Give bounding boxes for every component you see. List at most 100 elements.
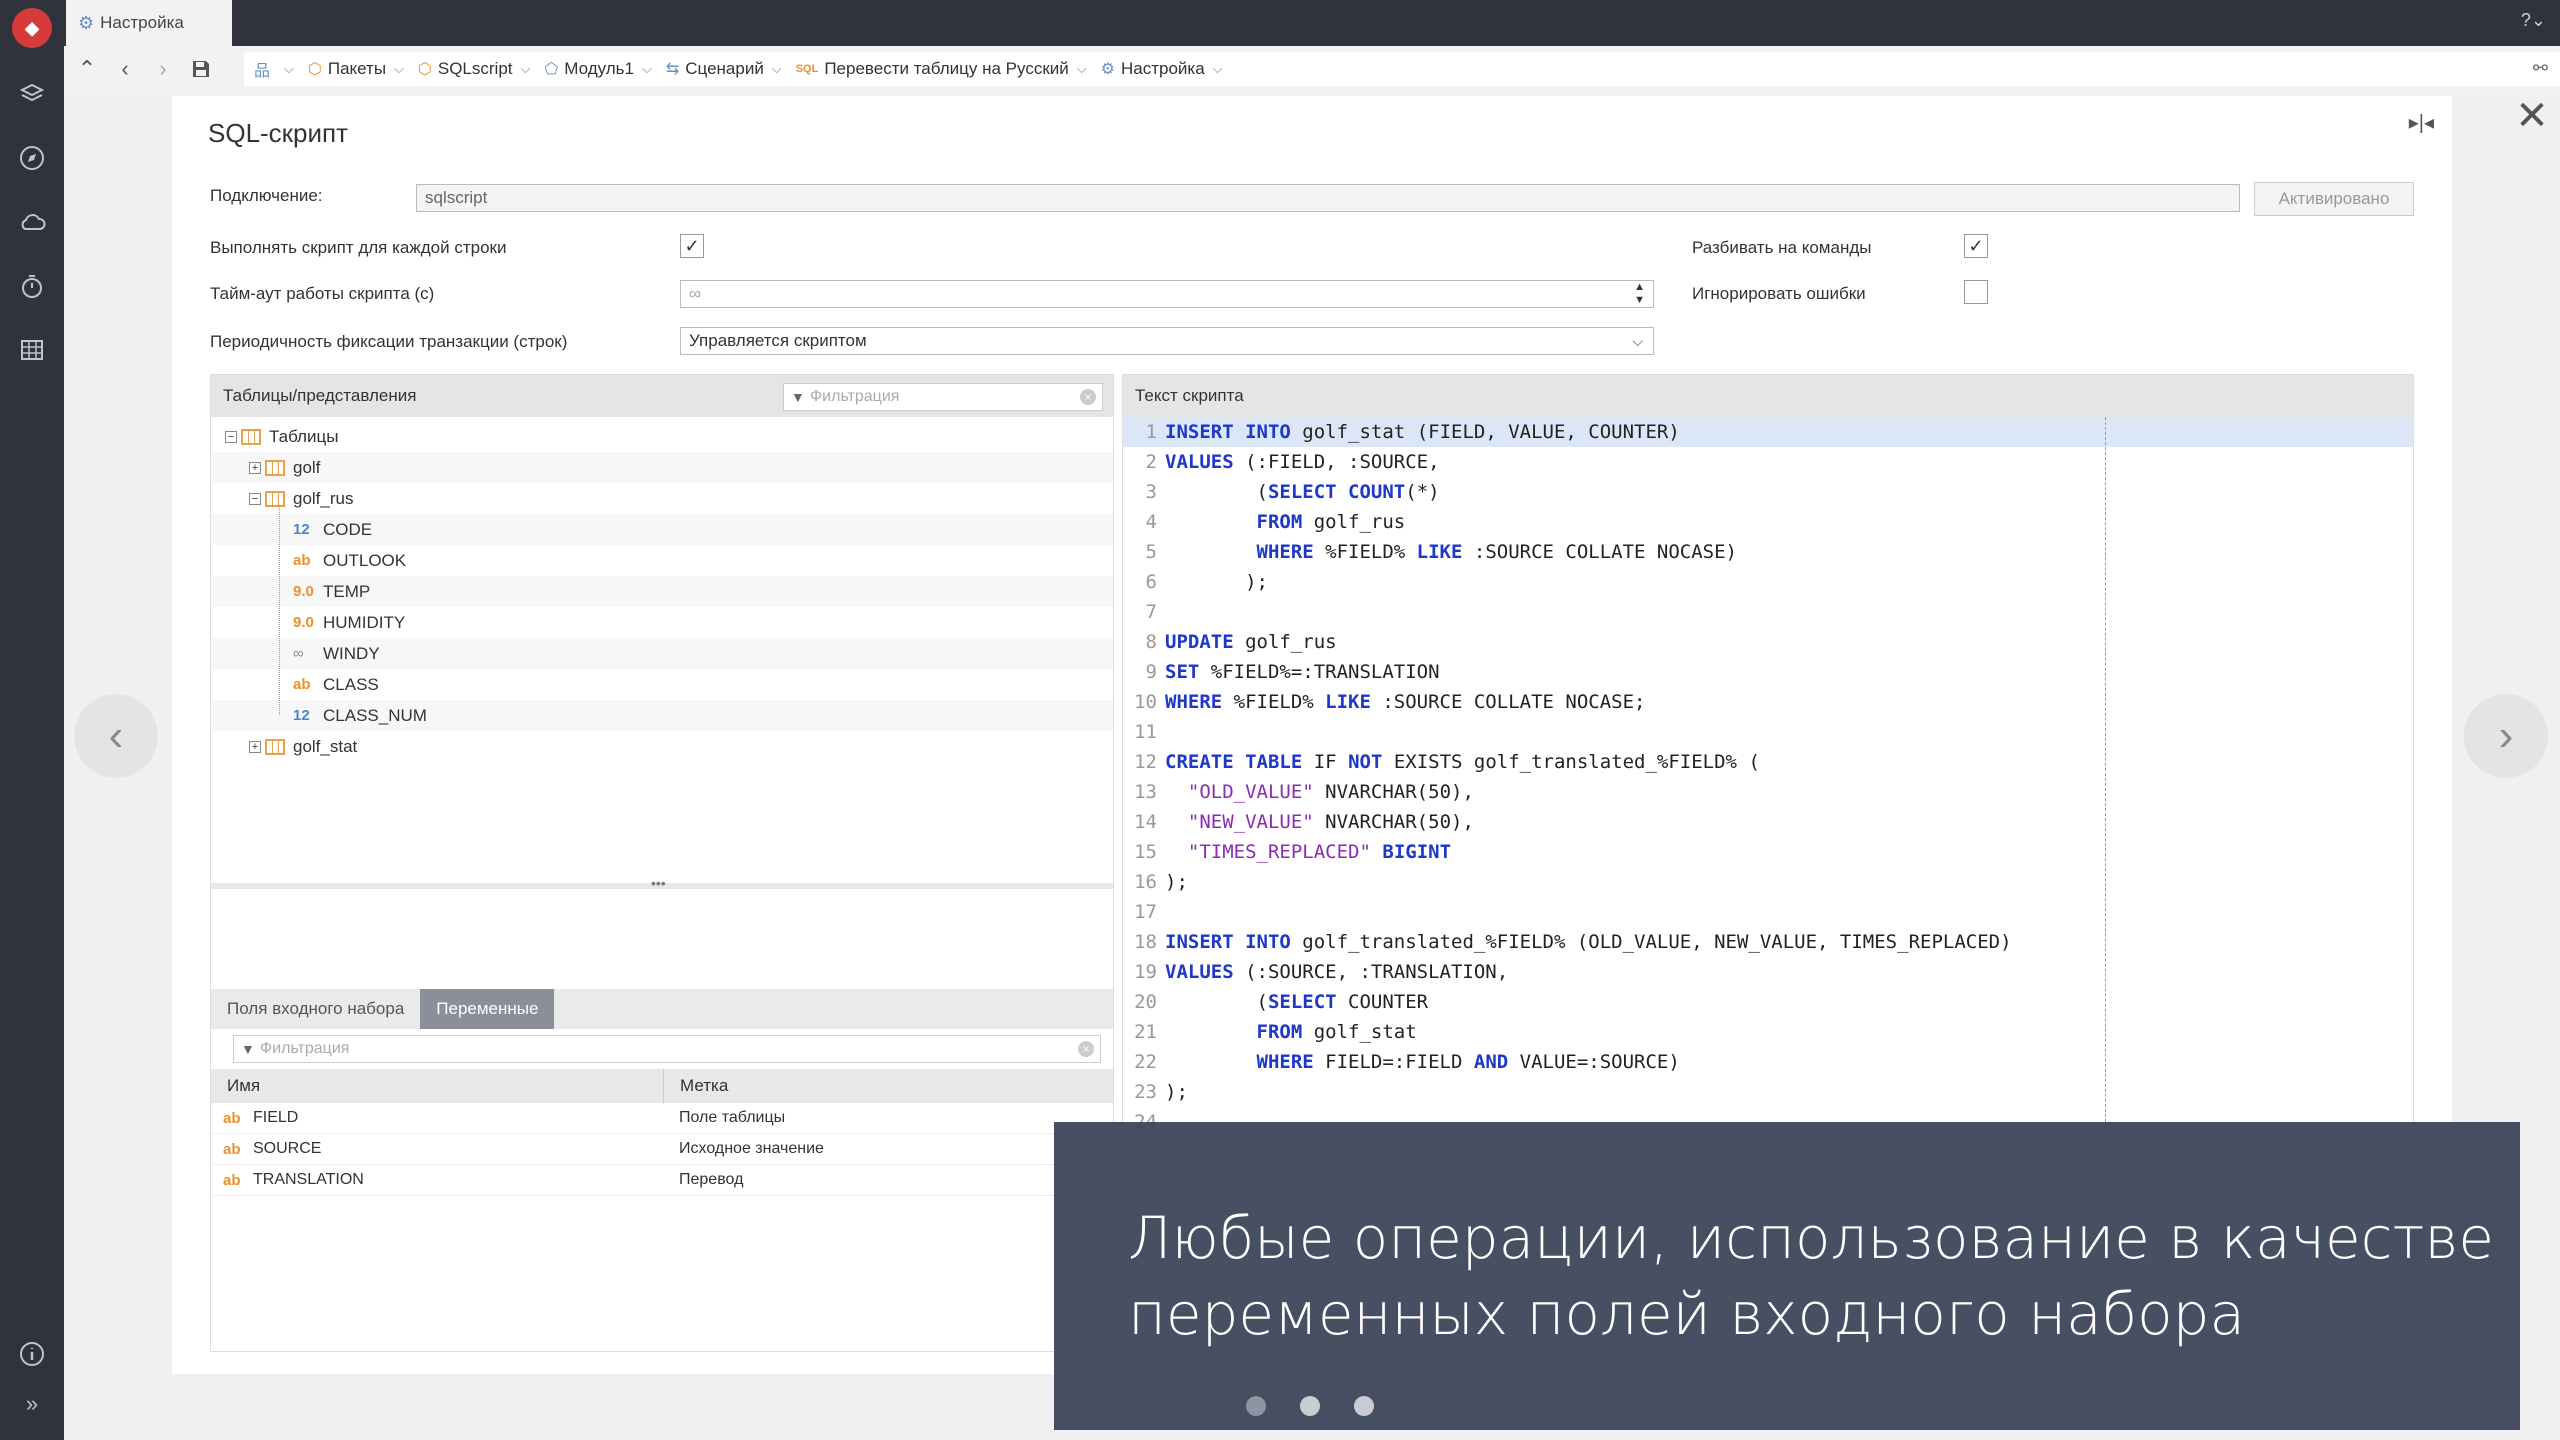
- tree-node-field[interactable]: ab CLASS: [211, 669, 1113, 700]
- code-line[interactable]: 6 );: [1123, 567, 2413, 597]
- ignore-errors-checkbox[interactable]: [1964, 280, 1988, 304]
- breadcrumb-item-module[interactable]: ⬠ Модуль1 ⌵: [544, 59, 651, 79]
- code-line[interactable]: 12 CREATE TABLE IF NOT EXISTS golf_transl…: [1123, 747, 2413, 777]
- save-icon[interactable]: [182, 50, 220, 88]
- expand-icon[interactable]: +: [249, 740, 261, 753]
- code-line[interactable]: 23);: [1123, 1077, 2413, 1107]
- back-icon[interactable]: ‹: [106, 50, 144, 88]
- code-line[interactable]: 17: [1123, 897, 2413, 927]
- layers-icon[interactable]: [14, 76, 50, 112]
- collapse-icon[interactable]: ▸|◂: [2409, 110, 2434, 135]
- previous-arrow-icon[interactable]: ‹: [74, 694, 158, 778]
- activated-button[interactable]: Активировано: [2254, 182, 2414, 216]
- code-editor[interactable]: 1 INSERT INTO golf_stat (FIELD, VALUE, CO…: [1123, 417, 2413, 1137]
- collapse-icon[interactable]: −: [225, 430, 237, 443]
- pager-dot-active[interactable]: [1246, 1396, 1266, 1416]
- timeout-input[interactable]: ∞ ▲ ▼: [680, 280, 1654, 308]
- line-number: 15: [1134, 841, 1157, 863]
- code-line[interactable]: 9 SET %FIELD%=:TRANSLATION: [1123, 657, 2413, 687]
- close-icon[interactable]: ✕: [2512, 96, 2552, 136]
- code-line[interactable]: 5 WHERE %FIELD% LIKE :SOURCE COLLATE NOC…: [1123, 537, 2413, 567]
- compass-icon[interactable]: [14, 140, 50, 176]
- spinner-icon[interactable]: ▲ ▼: [1634, 281, 1645, 307]
- code-text: VALUES (:SOURCE, :TRANSLATION,: [1165, 961, 1509, 983]
- code-text: (SELECT COUNTER: [1165, 991, 1429, 1013]
- pager-dot[interactable]: [1300, 1396, 1320, 1416]
- table-row[interactable]: ab SOURCE Исходное значение: [211, 1134, 1113, 1165]
- per-row-checkbox[interactable]: ✓: [680, 234, 704, 258]
- breadcrumb-item-translate[interactable]: SQL Перевести таблицу на Русский ⌵: [796, 59, 1087, 79]
- code-line[interactable]: 13 "OLD_VALUE" NVARCHAR(50),: [1123, 777, 2413, 807]
- up-icon[interactable]: ⌃: [68, 50, 106, 88]
- code-line[interactable]: 14 "NEW_VALUE" NVARCHAR(50),: [1123, 807, 2413, 837]
- tree-node-field[interactable]: ∞ WINDY: [211, 638, 1113, 669]
- code-line[interactable]: 1 INSERT INTO golf_stat (FIELD, VALUE, CO…: [1123, 417, 2413, 447]
- code-text: INSERT INTO golf_translated_%FIELD% (OLD…: [1165, 931, 2012, 953]
- tab-variables[interactable]: Переменные: [420, 989, 555, 1029]
- tree-node-golf[interactable]: + golf: [211, 452, 1113, 483]
- next-arrow-icon[interactable]: ›: [2464, 694, 2548, 778]
- code-text: );: [1165, 571, 1268, 593]
- code-text: "NEW_VALUE" NVARCHAR(50),: [1187, 811, 1474, 833]
- panel-splitter[interactable]: •••: [211, 875, 1113, 891]
- pager-dot[interactable]: [1354, 1396, 1374, 1416]
- cloud-icon[interactable]: [14, 204, 50, 240]
- line-number: 4: [1145, 511, 1157, 533]
- code-line[interactable]: 3 (SELECT COUNT(*): [1123, 477, 2413, 507]
- table-row[interactable]: ab FIELD Поле таблицы: [211, 1103, 1113, 1134]
- variables-filter-input[interactable]: ▼ Фильтрация ×: [233, 1035, 1101, 1063]
- code-line[interactable]: 11: [1123, 717, 2413, 747]
- code-text: SET %FIELD%=:TRANSLATION: [1165, 661, 1440, 683]
- tree-guide-line: [279, 505, 280, 715]
- breadcrumb-item-scenario[interactable]: ⇆ Сценарий ⌵: [666, 59, 782, 79]
- code-line[interactable]: 8 UPDATE golf_rus: [1123, 627, 2413, 657]
- code-line[interactable]: 21 FROM golf_stat: [1123, 1017, 2413, 1047]
- help-icon[interactable]: ?⌄: [2521, 10, 2546, 31]
- code-line[interactable]: 2 VALUES (:FIELD, :SOURCE,: [1123, 447, 2413, 477]
- clear-icon[interactable]: ×: [1078, 1041, 1094, 1057]
- tree-node-field[interactable]: 12 CLASS_NUM: [211, 700, 1113, 731]
- tables-filter-input[interactable]: ▼ Фильтрация ×: [783, 383, 1103, 411]
- boolean-type-icon: ∞: [293, 645, 304, 662]
- code-line[interactable]: 19 VALUES (:SOURCE, :TRANSLATION,: [1123, 957, 2413, 987]
- timer-icon[interactable]: [14, 268, 50, 304]
- tree-node-field[interactable]: 9.0 HUMIDITY: [211, 607, 1113, 638]
- code-line[interactable]: 18 INSERT INTO golf_translated_%FIELD% (O…: [1123, 927, 2413, 957]
- code-line[interactable]: 20 (SELECT COUNTER: [1123, 987, 2413, 1017]
- column-header-name[interactable]: Имя: [211, 1069, 663, 1103]
- forward-icon[interactable]: ›: [144, 50, 182, 88]
- column-header-label[interactable]: Метка: [663, 1069, 728, 1103]
- breadcrumb-item-settings[interactable]: ⚙ Настройка ⌵: [1101, 59, 1223, 79]
- code-line[interactable]: 16);: [1123, 867, 2413, 897]
- share-icon[interactable]: ⚯: [2533, 58, 2548, 79]
- code-line[interactable]: 10 WHERE %FIELD% LIKE :SOURCE COLLATE NOC…: [1123, 687, 2413, 717]
- commit-select[interactable]: Управляется скриптом ⌵: [680, 327, 1654, 355]
- tree-node-field[interactable]: 12 CODE: [211, 514, 1113, 545]
- tree-node-field[interactable]: 9.0 TEMP: [211, 576, 1113, 607]
- info-icon[interactable]: [14, 1336, 50, 1372]
- code-line[interactable]: 7: [1123, 597, 2413, 627]
- table-row[interactable]: ab TRANSLATION Перевод: [211, 1165, 1113, 1196]
- app-logo[interactable]: ◆: [12, 8, 52, 48]
- tree-node-golf-rus[interactable]: − golf_rus: [211, 483, 1113, 514]
- expand-icon[interactable]: +: [249, 461, 261, 474]
- tab-input-fields[interactable]: Поля входного набора: [211, 989, 420, 1029]
- expand-sidebar-icon[interactable]: »: [14, 1386, 50, 1422]
- code-line[interactable]: 4 FROM golf_rus: [1123, 507, 2413, 537]
- connection-field[interactable]: sqlscript: [416, 184, 2240, 212]
- line-number: 19: [1134, 961, 1157, 983]
- tree-node-golf-stat[interactable]: + golf_stat: [211, 731, 1113, 762]
- tab-settings[interactable]: ⚙ Настройка: [66, 0, 232, 46]
- collapse-icon[interactable]: −: [249, 492, 261, 505]
- code-line[interactable]: 15 "TIMES_REPLACED" BIGINT: [1123, 837, 2413, 867]
- breadcrumb-item-nodes[interactable]: 品 ⌵: [254, 57, 294, 81]
- breadcrumb-item-sqlscript[interactable]: ⬡ SQLscript ⌵: [418, 59, 530, 79]
- tree-node-root[interactable]: − Таблицы: [211, 421, 1113, 452]
- tree-node-field[interactable]: ab OUTLOOK: [211, 545, 1113, 576]
- clear-icon[interactable]: ×: [1080, 389, 1096, 405]
- code-line[interactable]: 22 WHERE FIELD=:FIELD AND VALUE=:SOURCE): [1123, 1047, 2413, 1077]
- table-icon[interactable]: [14, 332, 50, 368]
- split-commands-checkbox[interactable]: ✓: [1964, 234, 1988, 258]
- breadcrumb-item-packages[interactable]: ⬡ Пакеты ⌵: [308, 59, 404, 79]
